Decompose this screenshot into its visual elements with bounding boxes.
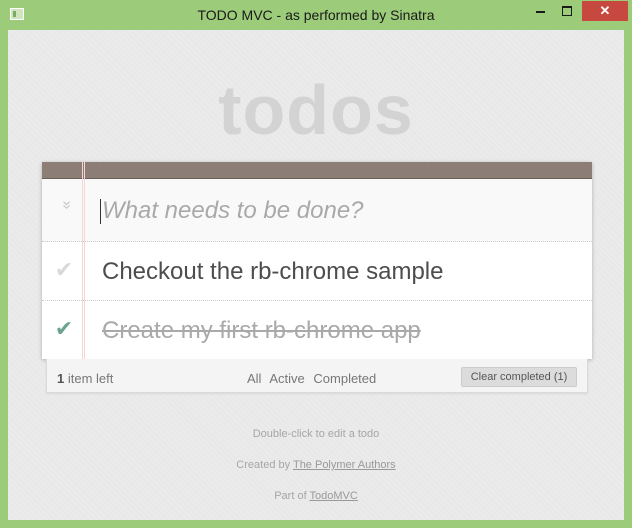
margin-line [82, 162, 83, 359]
clear-completed-button[interactable]: Clear completed (1) [461, 367, 577, 387]
todo-footer: 1 item left All Active Completed Clear c… [46, 359, 588, 393]
app-window: TODO MVC - as performed by Sinatra ✕ tod… [0, 0, 632, 528]
todo-card: » ✔ Checkout the rb-chrome sample ✔ Crea… [42, 162, 592, 359]
close-button[interactable]: ✕ [582, 1, 628, 21]
maximize-button[interactable] [554, 1, 580, 21]
created-by-prefix: Created by [236, 459, 293, 471]
todos-logo: todos [218, 71, 414, 149]
todo-item[interactable]: ✔ Checkout the rb-chrome sample [42, 242, 592, 301]
checkmark-icon[interactable]: ✔ [52, 317, 76, 341]
checkmark-icon[interactable]: ✔ [52, 258, 76, 282]
chevron-double-down-icon: » [58, 200, 75, 210]
text-cursor [100, 199, 101, 224]
todo-item[interactable]: ✔ Create my first rb-chrome app [42, 301, 592, 360]
todo-count-suffix: item left [64, 371, 114, 386]
minimize-button[interactable] [528, 1, 554, 21]
filter-active[interactable]: Active [269, 371, 304, 386]
todo-label[interactable]: Checkout the rb-chrome sample [102, 258, 443, 286]
new-todo-row: » [42, 179, 592, 242]
margin-line [84, 162, 85, 359]
app-content: todos » ✔ Checkout the rb-chrome sample … [8, 30, 624, 520]
created-by: Created by The Polymer Authors [8, 459, 624, 471]
part-of: Part of TodoMVC [8, 490, 624, 502]
toggle-all-icon[interactable]: » [54, 199, 78, 223]
filters: All Active Completed [247, 371, 381, 386]
filter-all[interactable]: All [247, 371, 261, 386]
title-bar[interactable]: TODO MVC - as performed by Sinatra ✕ [0, 0, 632, 30]
filter-completed[interactable]: Completed [313, 371, 376, 386]
new-todo-input[interactable] [102, 193, 572, 229]
polymer-authors-link[interactable]: The Polymer Authors [293, 459, 396, 471]
part-of-prefix: Part of [274, 490, 310, 502]
todo-label[interactable]: Create my first rb-chrome app [102, 317, 421, 345]
edit-hint: Double-click to edit a todo [252, 428, 380, 440]
card-header-bar [42, 162, 592, 179]
todomvc-link[interactable]: TodoMVC [309, 490, 357, 502]
todo-count: 1 item left [57, 371, 113, 386]
